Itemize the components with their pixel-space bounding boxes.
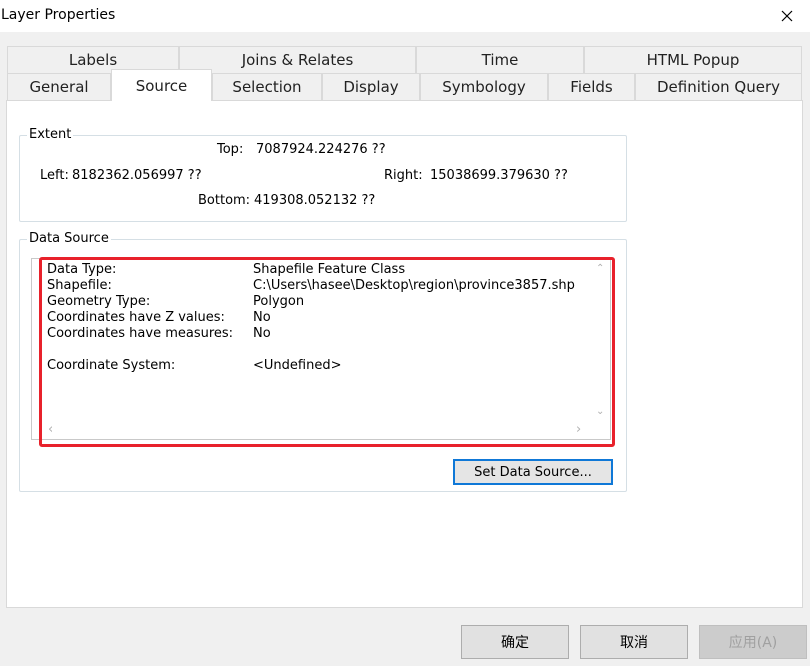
extent-right-value: 15038699.379630 ??	[430, 168, 568, 183]
data-source-title: Data Source	[27, 231, 111, 247]
extent-top-label: Top:	[217, 142, 244, 157]
tab-general[interactable]: General	[7, 73, 111, 101]
scroll-up-icon[interactable]: ⌃	[596, 264, 604, 274]
coordinate-system-label: Coordinate System:	[47, 358, 176, 373]
extent-group: Extent Top: 7087924.224276 ?? Left: 8182…	[19, 127, 627, 222]
measures-value: No	[253, 326, 271, 341]
tab-display[interactable]: Display	[322, 73, 420, 101]
tab-symbology[interactable]: Symbology	[420, 73, 548, 101]
tab-html-popup[interactable]: HTML Popup	[584, 46, 802, 74]
ok-button[interactable]: 确定	[461, 625, 569, 659]
scroll-right-icon[interactable]: ›	[576, 423, 581, 436]
window-title: Layer Properties	[1, 7, 116, 23]
scroll-down-icon[interactable]: ⌄	[596, 407, 604, 417]
tab-fields[interactable]: Fields	[548, 73, 635, 101]
cancel-button[interactable]: 取消	[580, 625, 688, 659]
source-panel: Extent Top: 7087924.224276 ?? Left: 8182…	[6, 100, 803, 608]
geometry-type-value: Polygon	[253, 294, 305, 309]
set-data-source-button[interactable]: Set Data Source...	[453, 459, 613, 485]
tab-time[interactable]: Time	[416, 46, 584, 74]
extent-left-value: 8182362.056997 ??	[72, 168, 202, 183]
tab-selection[interactable]: Selection	[212, 73, 322, 101]
extent-title: Extent	[27, 127, 74, 143]
title-bar: Layer Properties	[0, 0, 810, 32]
tab-source[interactable]: Source	[111, 69, 212, 101]
extent-bottom-label: Bottom:	[198, 193, 251, 208]
apply-button[interactable]: 应用(A)	[699, 625, 807, 659]
z-values-label: Coordinates have Z values:	[47, 310, 225, 325]
extent-left-label: Left:	[40, 168, 69, 183]
coordinate-system-value: <Undefined>	[253, 358, 342, 373]
shapefile-value: C:\Users\hasee\Desktop\region\province38…	[253, 278, 575, 293]
tab-strip: Labels Joins & Relates Time HTML Popup G…	[6, 42, 803, 101]
data-type-value: Shapefile Feature Class	[253, 262, 406, 277]
shapefile-label: Shapefile:	[47, 278, 112, 293]
tab-definition-query[interactable]: Definition Query	[635, 73, 802, 101]
extent-bottom-value: 419308.052132 ??	[254, 193, 376, 208]
extent-top-value: 7087924.224276 ??	[256, 142, 386, 157]
z-values-value: No	[253, 310, 271, 325]
close-button[interactable]	[764, 0, 810, 32]
close-icon	[781, 10, 793, 22]
tab-joins-relates[interactable]: Joins & Relates	[179, 46, 416, 74]
scroll-left-icon[interactable]: ‹	[48, 423, 53, 436]
measures-label: Coordinates have measures:	[47, 326, 234, 341]
extent-right-label: Right:	[384, 168, 423, 183]
data-source-info-box[interactable]: Data Type: Shapefile Feature Class Shape…	[31, 258, 611, 440]
data-type-label: Data Type:	[47, 262, 117, 277]
geometry-type-label: Geometry Type:	[47, 294, 151, 309]
